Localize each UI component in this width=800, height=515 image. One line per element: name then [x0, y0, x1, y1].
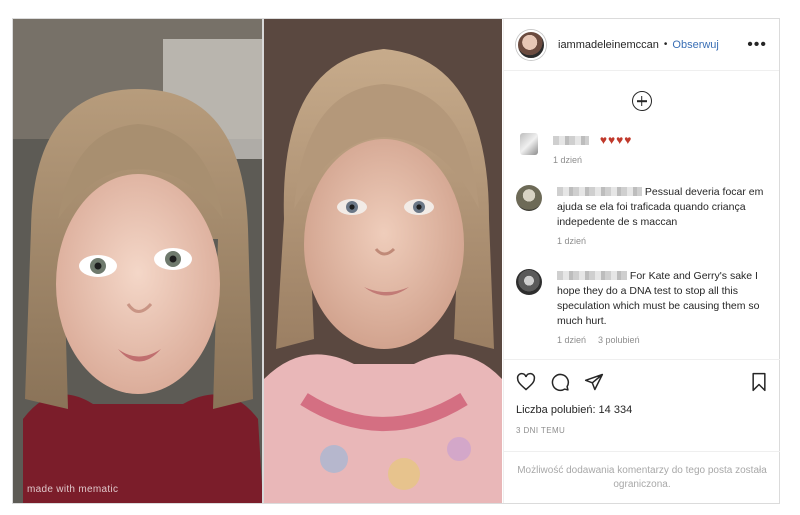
- comments-restricted-notice: Możliwość dodawania komentarzy do tego p…: [504, 451, 780, 503]
- redacted-username: [557, 187, 642, 196]
- comment-meta: 1 dzień 3 polubień: [557, 333, 772, 348]
- comment-body: Pessual deveria focar em ajuda se ela fo…: [557, 185, 772, 249]
- separator-dot: •: [663, 39, 668, 50]
- photo-right: [264, 19, 502, 503]
- post-sidebar: iammadeleinemccan • Obserwuj ••• ♥♥♥♥ 1 …: [503, 19, 780, 503]
- comment-meta: 1 dzień: [553, 153, 632, 168]
- post-image[interactable]: made with mematic: [13, 19, 502, 503]
- comment-avatar[interactable]: [520, 133, 538, 155]
- plus-circle-icon[interactable]: [631, 91, 652, 111]
- comment-item: ♥♥♥♥ 1 dzień: [516, 133, 772, 168]
- add-row: [504, 71, 779, 131]
- redacted-username: [557, 271, 627, 280]
- bookmark-icon[interactable]: [750, 372, 768, 392]
- hearts-text: ♥♥♥♥: [599, 133, 633, 147]
- action-bar: Liczba polubień: 14 334 3 DNI TEMU: [504, 359, 780, 435]
- likes-count[interactable]: Liczba polubień: 14 334: [516, 404, 768, 416]
- heart-icon[interactable]: [516, 372, 536, 392]
- comment-item: Pessual deveria focar em ajuda se ela fo…: [516, 185, 772, 249]
- comment-avatar[interactable]: [516, 269, 542, 295]
- username-link[interactable]: iammadeleinemccan: [558, 39, 659, 51]
- redacted-username: [553, 136, 589, 145]
- profile-avatar[interactable]: [516, 29, 546, 60]
- more-icon[interactable]: •••: [747, 36, 767, 53]
- comment-item: For Kate and Gerry's sake I hope they do…: [516, 269, 772, 348]
- comment-icon[interactable]: [550, 372, 570, 392]
- comment-time: 1 dzień: [553, 155, 583, 165]
- comment-avatar[interactable]: [516, 185, 542, 211]
- comment-body: For Kate and Gerry's sake I hope they do…: [557, 269, 772, 348]
- post-time: 3 DNI TEMU: [516, 426, 566, 435]
- comment-likes[interactable]: 3 polubień: [598, 335, 640, 345]
- comment-time: 1 dzień: [557, 236, 587, 246]
- follow-button[interactable]: Obserwuj: [672, 39, 718, 51]
- post-header: iammadeleinemccan • Obserwuj •••: [504, 19, 779, 71]
- comment-meta: 1 dzień: [557, 234, 772, 249]
- share-icon[interactable]: [584, 372, 604, 392]
- action-icons: [516, 370, 768, 394]
- comment-body: ♥♥♥♥ 1 dzień: [553, 133, 632, 168]
- instagram-post: made with mematic iammadeleinemccan • Ob…: [12, 18, 780, 504]
- comment-time: 1 dzień: [557, 335, 587, 345]
- photo-left: made with mematic: [13, 19, 263, 503]
- watermark-text: made with mematic: [27, 484, 119, 495]
